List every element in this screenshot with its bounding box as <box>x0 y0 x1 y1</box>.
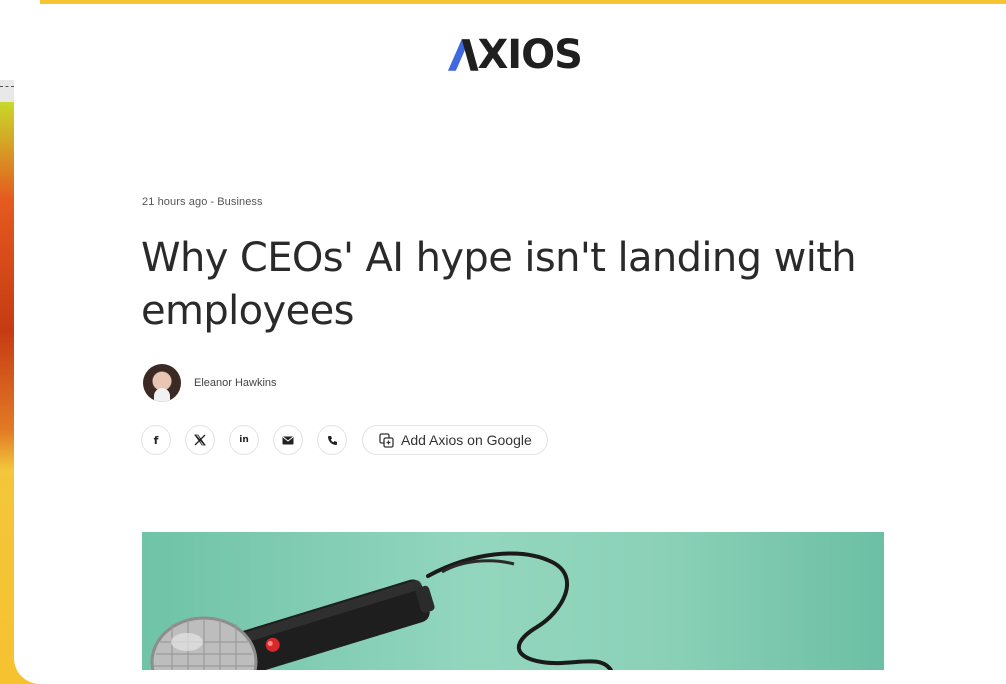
microphone-grille <box>150 616 258 670</box>
background-dash <box>0 86 14 87</box>
hero-image[interactable] <box>142 532 884 670</box>
phone-icon <box>327 435 337 445</box>
share-email-button[interactable] <box>273 425 303 455</box>
meta-separator: - <box>210 196 215 208</box>
byline: Eleanor Hawkins <box>143 364 277 402</box>
email-icon <box>282 436 294 444</box>
share-x-button[interactable] <box>185 425 215 455</box>
add-axios-on-google-button[interactable]: Add Axios on Google <box>362 425 548 455</box>
axios-logo[interactable]: XIOS <box>446 32 583 78</box>
article-section[interactable]: Business <box>217 196 262 208</box>
x-icon <box>194 434 206 446</box>
article-time: 21 hours ago <box>142 196 208 208</box>
article-card: XIOS 21 hours ago - Business Why CEOs' A… <box>14 4 1006 684</box>
add-axios-on-google-label: Add Axios on Google <box>401 432 532 448</box>
axios-logo-a-icon <box>447 39 479 71</box>
share-linkedin-button[interactable]: in <box>229 425 259 455</box>
author-name[interactable]: Eleanor Hawkins <box>194 377 277 389</box>
share-phone-button[interactable] <box>317 425 347 455</box>
logo-text: XIOS <box>477 32 583 78</box>
microphone-illustration <box>150 551 614 670</box>
share-bar: f in Add Axios on Google <box>141 425 548 455</box>
article-headline: Why CEOs' AI hype isn't landing with emp… <box>141 235 857 334</box>
add-source-icon <box>379 432 394 448</box>
author-avatar[interactable] <box>143 364 181 402</box>
facebook-icon: f <box>153 433 159 447</box>
article-meta: 21 hours ago - Business <box>142 196 263 208</box>
microphone-cable <box>426 551 614 670</box>
share-facebook-button[interactable]: f <box>141 425 171 455</box>
linkedin-icon: in <box>239 435 249 445</box>
